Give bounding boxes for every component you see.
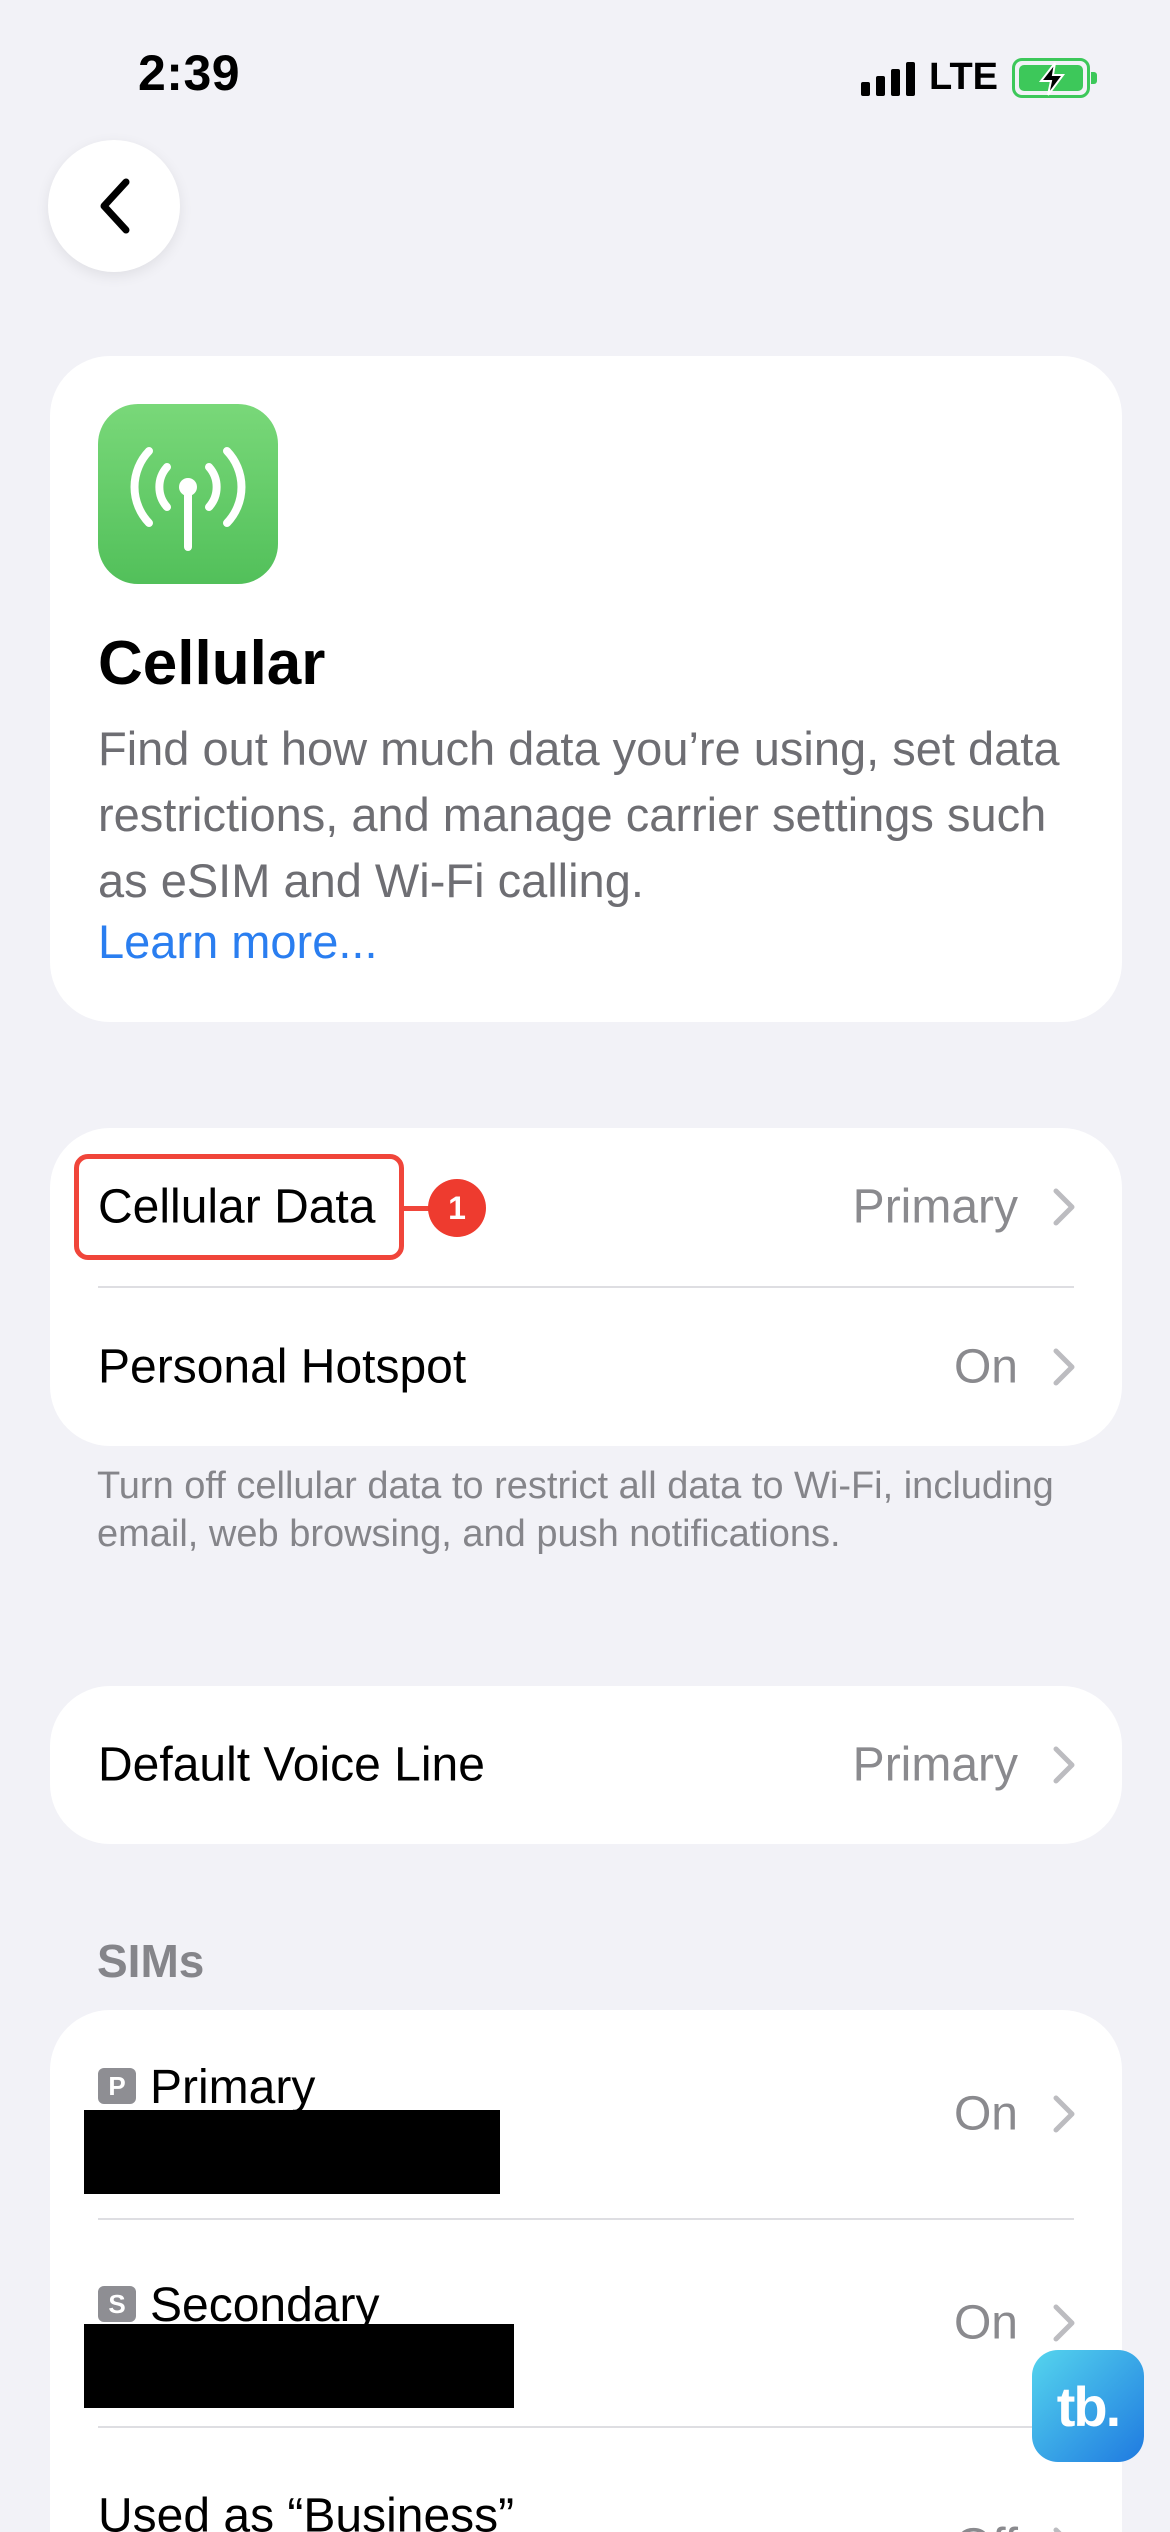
antenna-icon — [98, 404, 278, 584]
learn-more-link[interactable]: Learn more... — [98, 914, 378, 969]
status-bar: 2:39 LTE — [0, 0, 1170, 150]
redacted-number — [84, 2110, 500, 2194]
sim-row-secondary[interactable]: S Secondary On — [50, 2220, 1122, 2426]
page-description: Find out how much data you’re using, set… — [98, 722, 1060, 907]
sim-name: Primary — [150, 2061, 316, 2114]
step-badge: 1 — [428, 1179, 486, 1237]
page-title: Cellular — [98, 629, 326, 698]
row-value: Primary — [852, 1738, 1018, 1792]
signal-bars-icon — [861, 60, 916, 96]
chevron-right-icon — [1053, 2304, 1075, 2342]
row-value: Primary — [852, 1180, 1018, 1234]
row-label: Default Voice Line — [98, 1738, 485, 1792]
cellular-data-footnote: Turn off cellular data to restrict all d… — [97, 1465, 1054, 1555]
sim-badge: P — [98, 2068, 136, 2104]
row-value: On — [953, 1340, 1018, 1394]
redacted-number — [84, 2324, 514, 2408]
status-time: 2:39 — [138, 45, 241, 101]
row-value: On — [953, 2087, 1018, 2141]
sim-row-primary[interactable]: P Primary On — [50, 2010, 1122, 2218]
business-line-row[interactable]: Used as “Business” Off — [50, 2428, 1122, 2532]
status-indicators: LTE — [861, 56, 1097, 99]
chevron-right-icon — [1053, 1188, 1075, 1226]
row-label: Used as “Business” — [98, 2489, 515, 2532]
chevron-left-icon — [100, 178, 130, 234]
default-voice-line-row[interactable]: Default Voice Line Primary — [50, 1686, 1122, 1844]
tb-logo-icon: tb. — [1032, 2350, 1144, 2462]
chevron-right-icon — [1053, 1348, 1075, 1386]
network-type: LTE — [929, 56, 998, 98]
row-value: On — [953, 2296, 1018, 2350]
row-value: Off — [955, 2519, 1018, 2532]
back-button[interactable] — [48, 140, 180, 272]
sim-badge: S — [98, 2286, 136, 2322]
chevron-right-icon — [1053, 2095, 1075, 2133]
chevron-right-icon — [1053, 2527, 1062, 2532]
chevron-right-icon — [1053, 1746, 1075, 1784]
sims-section-header: SIMs — [97, 1935, 205, 1987]
highlight-box — [74, 1154, 404, 1260]
sims-group: P Primary On S Secondary On Used as “Bus… — [50, 2010, 1122, 2532]
cellular-data-group: Cellular Data Primary 1 Personal Hotspot… — [50, 1128, 1122, 1446]
highlight-connector — [400, 1206, 430, 1211]
row-label: Personal Hotspot — [98, 1340, 467, 1394]
cellular-info-card: Cellular Find out how much data you’re u… — [50, 356, 1122, 1022]
voice-line-group: Default Voice Line Primary — [50, 1686, 1122, 1844]
personal-hotspot-row[interactable]: Personal Hotspot On — [50, 1288, 1122, 1446]
battery-charging-icon — [1012, 57, 1097, 98]
